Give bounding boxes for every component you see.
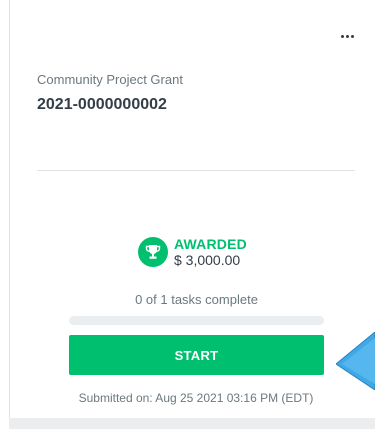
more-dot (350, 34, 354, 38)
submitted-date: Submitted on: Aug 25 2021 03:16 PM (EDT) (78, 391, 314, 405)
award-amount: $ 3,000.00 (174, 252, 241, 268)
more-horizontal-icon (340, 34, 344, 38)
tasks-progress-bar (69, 316, 324, 325)
program-name: Community Project Grant (37, 72, 183, 87)
card-bottom-edge (9, 418, 375, 429)
more-dot (345, 34, 349, 38)
status-label: AWARDED (174, 236, 247, 252)
more-options-button[interactable] (336, 28, 358, 44)
divider (37, 170, 355, 171)
award-status: AWARDED $ 3,000.00 (138, 232, 247, 272)
start-button[interactable]: START (69, 335, 324, 375)
trophy-icon (138, 237, 168, 267)
application-id: 2021-0000000002 (37, 96, 167, 113)
pointer-arrow-icon (336, 332, 375, 390)
tasks-summary: 0 of 1 tasks complete (135, 292, 258, 307)
